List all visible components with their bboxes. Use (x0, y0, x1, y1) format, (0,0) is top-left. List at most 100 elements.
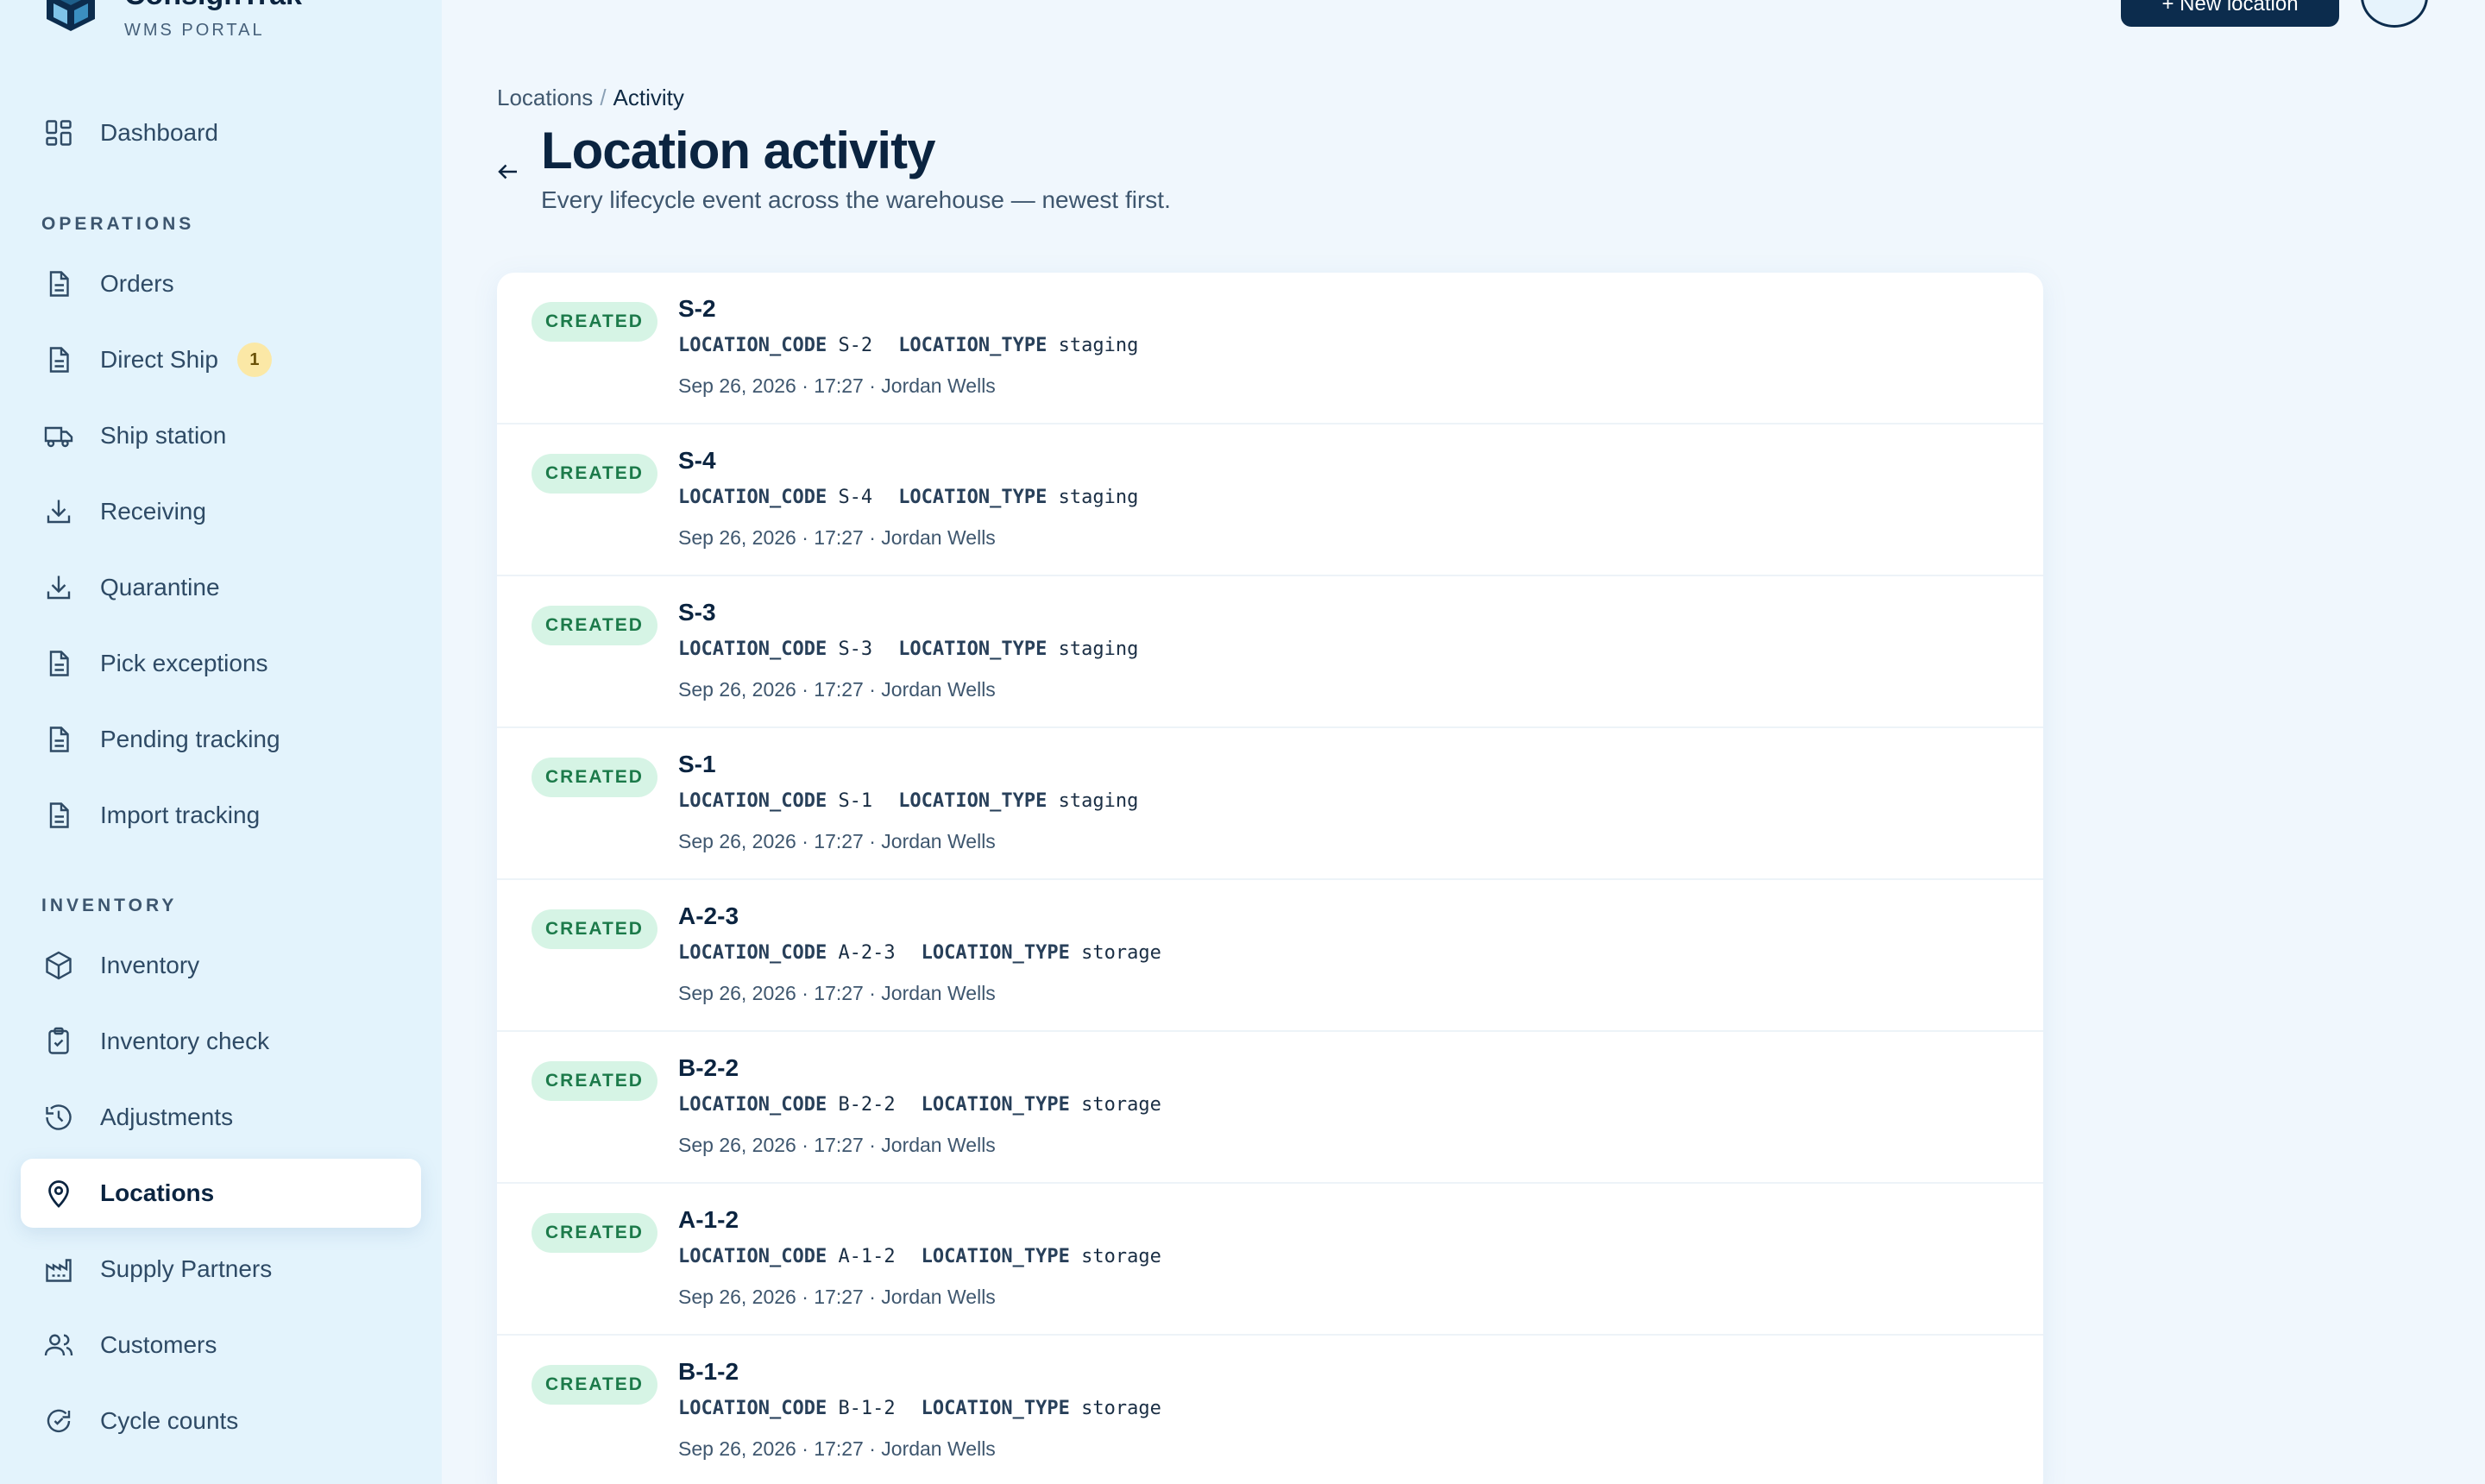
event-timestamp: Sep 26, 2026 · 17:27 · Jordan Wells (678, 678, 996, 701)
sidebar-item-pending-tracking[interactable]: Pending tracking (21, 705, 421, 774)
sidebar-item-adjustments[interactable]: Adjustments (21, 1083, 421, 1152)
sidebar-item-label: Supply Partners (100, 1255, 273, 1282)
sidebar-item-import-tracking[interactable]: Import tracking (21, 781, 421, 850)
meta-value: B-1-2 (838, 1398, 896, 1419)
location-title[interactable]: S-2 (678, 295, 716, 323)
event-timestamp: Sep 26, 2026 · 17:27 · Jordan Wells (678, 1286, 996, 1308)
breadcrumb-separator: / (600, 85, 607, 110)
sidebar-item-label: Receiving (100, 498, 206, 525)
brand-name: ConsignTrak (124, 0, 302, 12)
event-badge: CREATED (532, 454, 657, 494)
location-meta: LOCATION_CODE S-2 LOCATION_TYPE staging (678, 335, 1138, 356)
sidebar-item-label: Pending tracking (100, 726, 280, 752)
meta-key: LOCATION_TYPE (898, 790, 1047, 812)
sidebar-item-orders[interactable]: Orders (21, 249, 421, 318)
sidebar-item-ship-station[interactable]: Ship station (21, 401, 421, 470)
avatar[interactable] (2361, 0, 2428, 28)
logo-icon (47, 0, 95, 31)
meta-key: LOCATION_CODE (678, 1398, 827, 1419)
sidebar-item-label: Cycle counts (100, 1407, 239, 1434)
event-timestamp: Sep 26, 2026 · 17:27 · Jordan Wells (678, 982, 996, 1004)
meta-value: staging (1058, 487, 1139, 508)
meta-key: LOCATION_TYPE (921, 1094, 1070, 1116)
location-meta: LOCATION_CODE S-4 LOCATION_TYPE staging (678, 487, 1138, 508)
meta-key: LOCATION_TYPE (921, 942, 1070, 964)
sidebar-item-label: Import tracking (100, 802, 261, 828)
location-title[interactable]: A-1-2 (678, 1206, 739, 1234)
meta-value: S-2 (838, 335, 873, 356)
sidebar-item-receiving[interactable]: Receiving (21, 477, 421, 546)
document-icon (41, 722, 76, 757)
sidebar-item-customers[interactable]: Customers (21, 1311, 421, 1380)
meta-value: B-2-2 (838, 1094, 896, 1116)
location-title[interactable]: B-2-2 (678, 1054, 739, 1082)
activity-list: CREATED S-2 LOCATION_CODE S-2 LOCATION_TY… (497, 273, 2043, 1484)
brand[interactable]: ConsignTrak WMS PORTAL (41, 0, 302, 41)
history-icon (41, 1100, 76, 1135)
factory-icon (41, 1252, 76, 1286)
event-badge: CREATED (532, 909, 657, 949)
sidebar-item-pick-exceptions[interactable]: Pick exceptions (21, 629, 421, 698)
sidebar-item-dashboard[interactable]: Dashboard (21, 98, 421, 167)
meta-value: S-4 (838, 487, 873, 508)
sidebar-item-inventory[interactable]: Inventory (21, 931, 421, 1000)
sidebar: ConsignTrak WMS PORTAL Dashboard OPERATI… (0, 0, 442, 1484)
location-title[interactable]: A-2-3 (678, 902, 739, 930)
location-title[interactable]: B-1-2 (678, 1358, 739, 1386)
activity-row[interactable]: CREATED A-2-3 LOCATION_CODE A-2-3 LOCATIO… (497, 880, 2043, 1032)
meta-key: LOCATION_TYPE (898, 487, 1047, 508)
dashboard-icon (41, 116, 76, 150)
sidebar-item-supply-partners[interactable]: Supply Partners (21, 1235, 421, 1304)
breadcrumb-link-locations[interactable]: Locations (497, 85, 593, 110)
sidebar-item-label: Adjustments (100, 1104, 234, 1130)
truck-icon (41, 418, 76, 453)
activity-row[interactable]: CREATED S-2 LOCATION_CODE S-2 LOCATION_TY… (497, 273, 2043, 424)
activity-row[interactable]: CREATED B-1-2 LOCATION_CODE B-1-2 LOCATIO… (497, 1336, 2043, 1484)
sidebar-item-label: Orders (100, 270, 174, 297)
meta-value: A-1-2 (838, 1246, 896, 1267)
event-timestamp: Sep 26, 2026 · 17:27 · Jordan Wells (678, 374, 996, 397)
sidebar-item-label: Direct Ship (100, 346, 218, 373)
event-timestamp: Sep 26, 2026 · 17:27 · Jordan Wells (678, 830, 996, 852)
activity-row[interactable]: CREATED S-1 LOCATION_CODE S-1 LOCATION_TY… (497, 728, 2043, 880)
activity-row[interactable]: CREATED S-4 LOCATION_CODE S-4 LOCATION_TY… (497, 424, 2043, 576)
new-location-button[interactable]: + New location (2121, 0, 2339, 27)
activity-row[interactable]: CREATED B-2-2 LOCATION_CODE B-2-2 LOCATIO… (497, 1032, 2043, 1184)
meta-value: storage (1081, 1094, 1161, 1116)
sidebar-item-inventory-check[interactable]: Inventory check (21, 1007, 421, 1076)
meta-value: storage (1081, 1398, 1161, 1419)
sidebar-item-direct-ship[interactable]: Direct Ship 1 (21, 325, 421, 394)
map-pin-icon (41, 1176, 76, 1210)
sidebar-item-cycle-counts[interactable]: Cycle counts (21, 1387, 421, 1456)
location-title[interactable]: S-3 (678, 599, 716, 626)
location-meta: LOCATION_CODE B-2-2 LOCATION_TYPE storage (678, 1094, 1161, 1116)
location-title[interactable]: S-1 (678, 751, 716, 778)
location-meta: LOCATION_CODE A-2-3 LOCATION_TYPE storage (678, 942, 1161, 964)
sidebar-item-locations[interactable]: Locations (21, 1159, 421, 1228)
meta-key: LOCATION_CODE (678, 1094, 827, 1116)
box-icon (41, 948, 76, 983)
meta-key: LOCATION_TYPE (898, 638, 1047, 660)
meta-key: LOCATION_CODE (678, 638, 827, 660)
sidebar-item-quarantine[interactable]: Quarantine (21, 553, 421, 622)
meta-value: staging (1058, 335, 1139, 356)
activity-row[interactable]: CREATED S-3 LOCATION_CODE S-3 LOCATION_TY… (497, 576, 2043, 728)
location-meta: LOCATION_CODE S-1 LOCATION_TYPE staging (678, 790, 1138, 812)
page-subtitle: Every lifecycle event across the warehou… (541, 186, 1171, 213)
meta-key: LOCATION_CODE (678, 1246, 827, 1267)
event-badge: CREATED (532, 302, 657, 342)
sidebar-item-label: Inventory (100, 952, 200, 978)
section-title-inventory: INVENTORY (41, 896, 178, 915)
page-title: Location activity (541, 122, 935, 179)
count-badge: 1 (236, 343, 272, 377)
activity-row[interactable]: CREATED A-1-2 LOCATION_CODE A-1-2 LOCATIO… (497, 1184, 2043, 1336)
meta-key: LOCATION_TYPE (898, 335, 1047, 356)
event-badge: CREATED (532, 758, 657, 797)
meta-value: A-2-3 (838, 942, 896, 964)
back-arrow-icon[interactable] (495, 159, 521, 185)
download-icon (41, 570, 76, 605)
meta-key: LOCATION_TYPE (921, 1398, 1070, 1419)
sidebar-item-label: Quarantine (100, 574, 220, 601)
location-title[interactable]: S-4 (678, 447, 716, 475)
event-timestamp: Sep 26, 2026 · 17:27 · Jordan Wells (678, 526, 996, 549)
